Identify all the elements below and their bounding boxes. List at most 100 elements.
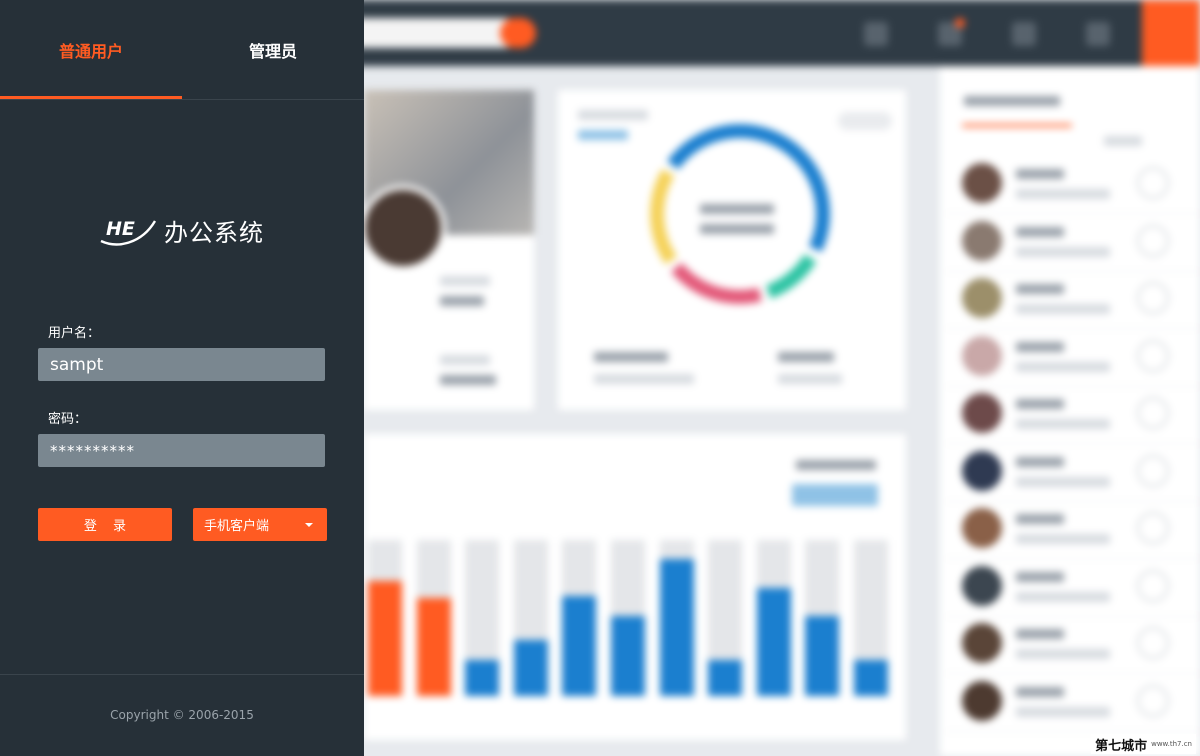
login-button[interactable]: 登 录 bbox=[38, 508, 172, 541]
contact-avatar bbox=[962, 163, 1002, 203]
footer-divider bbox=[0, 674, 364, 675]
contact-detail bbox=[1016, 304, 1110, 314]
bar bbox=[756, 588, 791, 696]
contact-avatar bbox=[962, 450, 1002, 491]
profile-avatar bbox=[360, 185, 446, 271]
bar bbox=[513, 640, 548, 696]
contact-action bbox=[1137, 224, 1169, 257]
contact-name bbox=[1016, 571, 1064, 582]
profile-text bbox=[440, 355, 490, 365]
bar-track bbox=[513, 540, 548, 696]
mobile-client-dropdown[interactable]: 手机客户端 bbox=[193, 508, 327, 541]
chart-percentage bbox=[792, 484, 878, 506]
tab-normal-user[interactable]: 普通用户 bbox=[0, 0, 182, 100]
bar-track bbox=[562, 540, 597, 696]
contact-action bbox=[1137, 454, 1169, 487]
profile-text bbox=[440, 276, 490, 286]
user-icon bbox=[1012, 22, 1036, 46]
contact-separator bbox=[945, 500, 1200, 502]
corner-menu-button bbox=[1142, 0, 1200, 66]
password-input[interactable]: ********** bbox=[38, 434, 325, 467]
donut-label bbox=[700, 224, 774, 234]
contact-separator bbox=[945, 443, 1200, 444]
profile-text bbox=[440, 375, 496, 385]
watermark: 第七城市 www.th7.cn bbox=[1091, 734, 1196, 754]
card-button bbox=[838, 112, 892, 130]
bar-track bbox=[756, 540, 791, 696]
bar-track bbox=[805, 540, 840, 696]
contact-detail bbox=[1016, 591, 1110, 602]
donut-label bbox=[700, 204, 774, 214]
logo-mark: HE bbox=[106, 218, 135, 240]
contact-detail bbox=[1016, 189, 1110, 199]
search-input bbox=[350, 18, 510, 48]
contact-action bbox=[1137, 512, 1169, 544]
password-label: 密码： bbox=[48, 412, 88, 427]
contact-detail bbox=[1016, 706, 1110, 717]
bar bbox=[708, 660, 743, 696]
contact-avatar bbox=[962, 278, 1002, 318]
contact-separator bbox=[945, 328, 1200, 329]
contact-avatar bbox=[962, 335, 1002, 376]
contact-avatar bbox=[962, 565, 1002, 606]
bar bbox=[368, 581, 402, 696]
contact-name bbox=[1016, 629, 1064, 639]
notification-badge bbox=[955, 18, 965, 28]
contact-action bbox=[1137, 167, 1169, 199]
bar-track bbox=[465, 540, 500, 696]
caret-down-icon bbox=[305, 523, 313, 527]
login-panel: 普通用户 管理员 HE 办公系统 用户名： sampt 密码： ********… bbox=[0, 0, 364, 756]
contact-separator bbox=[945, 385, 1200, 387]
contact-avatar bbox=[962, 623, 1002, 663]
bar-track bbox=[611, 540, 645, 696]
contact-avatar bbox=[962, 220, 1002, 261]
contact-action bbox=[1137, 397, 1169, 429]
bar bbox=[465, 660, 500, 696]
contact-detail bbox=[1016, 476, 1110, 487]
contact-name bbox=[1016, 341, 1064, 352]
contact-detail bbox=[1016, 419, 1110, 429]
bar bbox=[854, 660, 888, 696]
contact-name bbox=[1016, 514, 1064, 524]
contact-avatar bbox=[962, 680, 1002, 721]
stat-value bbox=[778, 352, 834, 362]
bar-track bbox=[659, 540, 694, 696]
app-logo: HE 办公系统 bbox=[98, 210, 264, 250]
bar-track bbox=[708, 540, 743, 696]
bar-track bbox=[854, 540, 888, 696]
stat-caption bbox=[594, 374, 694, 384]
panel-tab-underline bbox=[962, 124, 1072, 127]
contact-separator bbox=[945, 673, 1200, 674]
contact-name bbox=[1016, 686, 1064, 697]
tab-admin[interactable]: 管理员 bbox=[182, 0, 364, 100]
tab-divider bbox=[0, 99, 364, 100]
contact-separator bbox=[945, 270, 1200, 272]
logo-text: 办公系统 bbox=[164, 218, 264, 247]
contact-name bbox=[1016, 226, 1064, 237]
he-logo-icon: HE bbox=[100, 218, 157, 246]
contact-action bbox=[1137, 627, 1169, 659]
mail-icon bbox=[1086, 22, 1110, 46]
contact-name bbox=[1016, 399, 1064, 409]
bar-track bbox=[416, 540, 451, 696]
panel-title bbox=[964, 96, 1060, 106]
bar bbox=[611, 616, 645, 696]
mobile-client-label: 手机客户端 bbox=[204, 519, 270, 534]
contact-action bbox=[1137, 339, 1169, 372]
username-input[interactable]: sampt bbox=[38, 348, 325, 381]
contact-detail bbox=[1016, 534, 1110, 544]
bar bbox=[416, 598, 451, 696]
username-label: 用户名： bbox=[48, 326, 101, 341]
stat-caption bbox=[778, 374, 842, 384]
panel-tab bbox=[1104, 136, 1142, 146]
donut-center bbox=[664, 138, 816, 290]
contact-separator bbox=[945, 730, 1200, 732]
bar-track bbox=[368, 540, 402, 696]
search-button bbox=[500, 18, 536, 48]
contact-detail bbox=[1016, 246, 1110, 257]
card-title bbox=[578, 110, 648, 120]
bar bbox=[562, 596, 597, 696]
message-icon bbox=[864, 22, 888, 46]
contact-separator bbox=[945, 213, 1200, 214]
watermark-text: 第七城市 bbox=[1095, 738, 1148, 754]
